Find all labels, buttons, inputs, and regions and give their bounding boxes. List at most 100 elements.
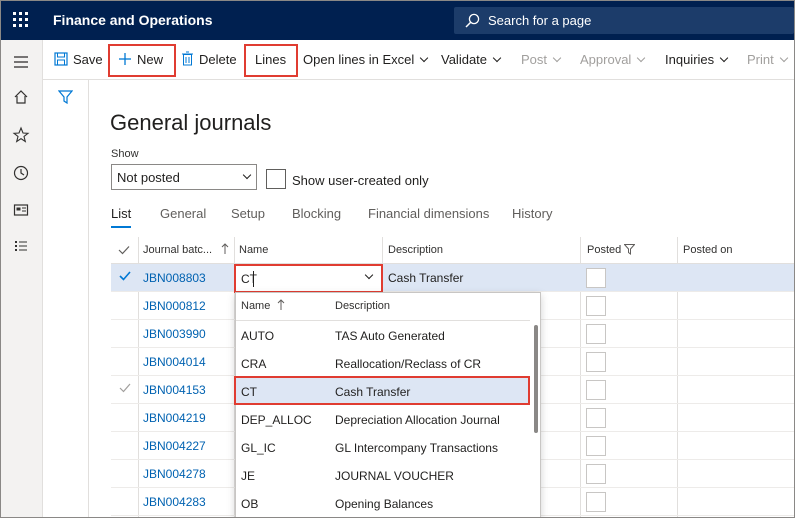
lookup-col-description[interactable]: Description xyxy=(335,300,390,312)
delete-button[interactable]: Delete xyxy=(199,52,237,67)
chevron-down-icon xyxy=(637,53,646,63)
col-header-posted[interactable]: Posted xyxy=(587,244,621,256)
open-lines-in-excel-button[interactable]: Open lines in Excel xyxy=(303,52,429,67)
col-header-description[interactable]: Description xyxy=(388,244,443,256)
save-button[interactable]: Save xyxy=(73,52,103,67)
journal-batch-link[interactable]: JBN004219 xyxy=(143,411,206,425)
tab-blocking[interactable]: Blocking xyxy=(292,206,341,221)
posted-checkbox[interactable] xyxy=(586,324,606,344)
workspace-icon[interactable] xyxy=(12,201,30,219)
app-title: Finance and Operations xyxy=(53,12,213,28)
trash-icon xyxy=(182,51,193,66)
lookup-option[interactable]: AUTO TAS Auto Generated xyxy=(236,321,530,349)
inquiries-label: Inquiries xyxy=(665,52,715,67)
app-launcher-icon[interactable] xyxy=(13,12,29,28)
lookup-option-code: DEP_ALLOC xyxy=(241,413,312,427)
col-header-posted-on[interactable]: Posted on xyxy=(683,244,733,256)
show-select-value: Not posted xyxy=(117,170,180,185)
journal-batch-link[interactable]: JBN004227 xyxy=(143,439,206,453)
tab-financial-dimensions[interactable]: Financial dimensions xyxy=(368,206,489,221)
lookup-option-description: JOURNAL VOUCHER xyxy=(335,469,454,483)
sort-up-icon xyxy=(221,243,229,254)
name-combobox-highlight xyxy=(234,264,383,293)
lookup-option[interactable]: JE JOURNAL VOUCHER xyxy=(236,461,530,489)
lookup-option[interactable]: CRA Reallocation/Reclass of CR xyxy=(236,349,530,377)
top-bar: Finance and Operations Search for a page xyxy=(1,1,794,40)
row-description: Cash Transfer xyxy=(388,271,464,285)
posted-checkbox[interactable] xyxy=(586,464,606,484)
chevron-down-icon xyxy=(779,53,788,63)
home-icon[interactable] xyxy=(12,88,30,106)
approval-button[interactable]: Approval xyxy=(580,52,646,67)
lookup-option[interactable]: OB Opening Balances xyxy=(236,489,530,517)
new-highlight xyxy=(108,44,176,77)
search-icon xyxy=(465,13,480,28)
hamburger-icon[interactable] xyxy=(12,53,30,71)
chevron-down-icon xyxy=(552,53,562,63)
tab-list[interactable]: List xyxy=(111,206,132,228)
lookup-option-description: Depreciation Allocation Journal xyxy=(335,413,500,427)
posted-checkbox[interactable] xyxy=(586,436,606,456)
select-all-check-icon[interactable] xyxy=(118,245,130,255)
lookup-option[interactable]: DEP_ALLOC Depreciation Allocation Journal xyxy=(236,405,530,433)
journal-batch-link[interactable]: JBN008803 xyxy=(143,271,206,285)
lookup-option[interactable]: GL_IC GL Intercompany Transactions xyxy=(236,433,530,461)
tab-history[interactable]: History xyxy=(512,206,552,221)
lookup-scrollbar[interactable] xyxy=(534,325,538,433)
chevron-down-icon xyxy=(420,53,429,63)
selected-lookup-highlight xyxy=(234,376,530,405)
open-excel-label: Open lines in Excel xyxy=(303,52,415,67)
lookup-col-name[interactable]: Name xyxy=(241,300,270,312)
sort-up-icon xyxy=(277,299,285,310)
lookup-option-code: AUTO xyxy=(241,329,275,343)
list-icon[interactable] xyxy=(12,237,30,255)
journal-batch-link[interactable]: JBN004278 xyxy=(143,467,206,481)
journal-batch-link[interactable]: JBN000812 xyxy=(143,299,206,313)
show-label: Show xyxy=(111,148,139,160)
filter-icon[interactable] xyxy=(624,244,635,255)
posted-checkbox[interactable] xyxy=(586,268,606,288)
lookup-option-code: CRA xyxy=(241,357,267,371)
lookup-option-code: JE xyxy=(241,469,256,483)
col-header-name[interactable]: Name xyxy=(239,244,268,256)
chevron-down-icon xyxy=(719,53,729,63)
clock-icon[interactable] xyxy=(12,164,30,182)
search-box[interactable]: Search for a page xyxy=(454,7,794,34)
save-icon xyxy=(54,52,68,66)
action-bar: Save New Delete Lines Open lines in Exce… xyxy=(43,40,794,80)
journal-batch-link[interactable]: JBN004283 xyxy=(143,495,206,509)
show-user-created-label: Show user-created only xyxy=(292,173,429,188)
col-header-batch[interactable]: Journal batc... xyxy=(143,244,212,256)
row-check-icon[interactable] xyxy=(119,270,131,282)
name-lookup-dropdown: Name Description AUTO TAS Auto Generated C… xyxy=(235,292,541,517)
side-panel xyxy=(43,80,89,517)
posted-checkbox[interactable] xyxy=(586,296,606,316)
show-select[interactable]: Not posted xyxy=(111,164,257,190)
filter-icon[interactable] xyxy=(58,90,73,104)
tab-setup[interactable]: Setup xyxy=(231,206,265,221)
post-label: Post xyxy=(521,52,548,67)
lines-highlight xyxy=(244,44,298,77)
tab-general[interactable]: General xyxy=(160,206,206,221)
posted-checkbox[interactable] xyxy=(586,492,606,512)
posted-checkbox[interactable] xyxy=(586,408,606,428)
grid-header: Journal batc... Name Description Posted … xyxy=(111,237,794,264)
chevron-down-icon xyxy=(242,170,252,180)
inquiries-button[interactable]: Inquiries xyxy=(665,52,729,67)
star-icon[interactable] xyxy=(12,126,30,144)
journal-batch-link[interactable]: JBN003990 xyxy=(143,327,206,341)
posted-checkbox[interactable] xyxy=(586,352,606,372)
journal-batch-link[interactable]: JBN004153 xyxy=(143,383,206,397)
journal-batch-link[interactable]: JBN004014 xyxy=(143,355,206,369)
show-user-created-checkbox[interactable] xyxy=(266,169,286,189)
row-check-icon[interactable] xyxy=(119,382,131,394)
posted-checkbox[interactable] xyxy=(586,380,606,400)
lookup-option-description: GL Intercompany Transactions xyxy=(335,441,498,455)
validate-button[interactable]: Validate xyxy=(441,52,502,67)
print-label: Print xyxy=(747,52,774,67)
chevron-down-icon xyxy=(492,53,502,63)
post-button[interactable]: Post xyxy=(521,52,562,67)
print-button[interactable]: Print xyxy=(747,52,788,67)
table-row[interactable]: JBN008803 Cash Transfer xyxy=(111,264,794,292)
search-placeholder: Search for a page xyxy=(488,13,592,28)
